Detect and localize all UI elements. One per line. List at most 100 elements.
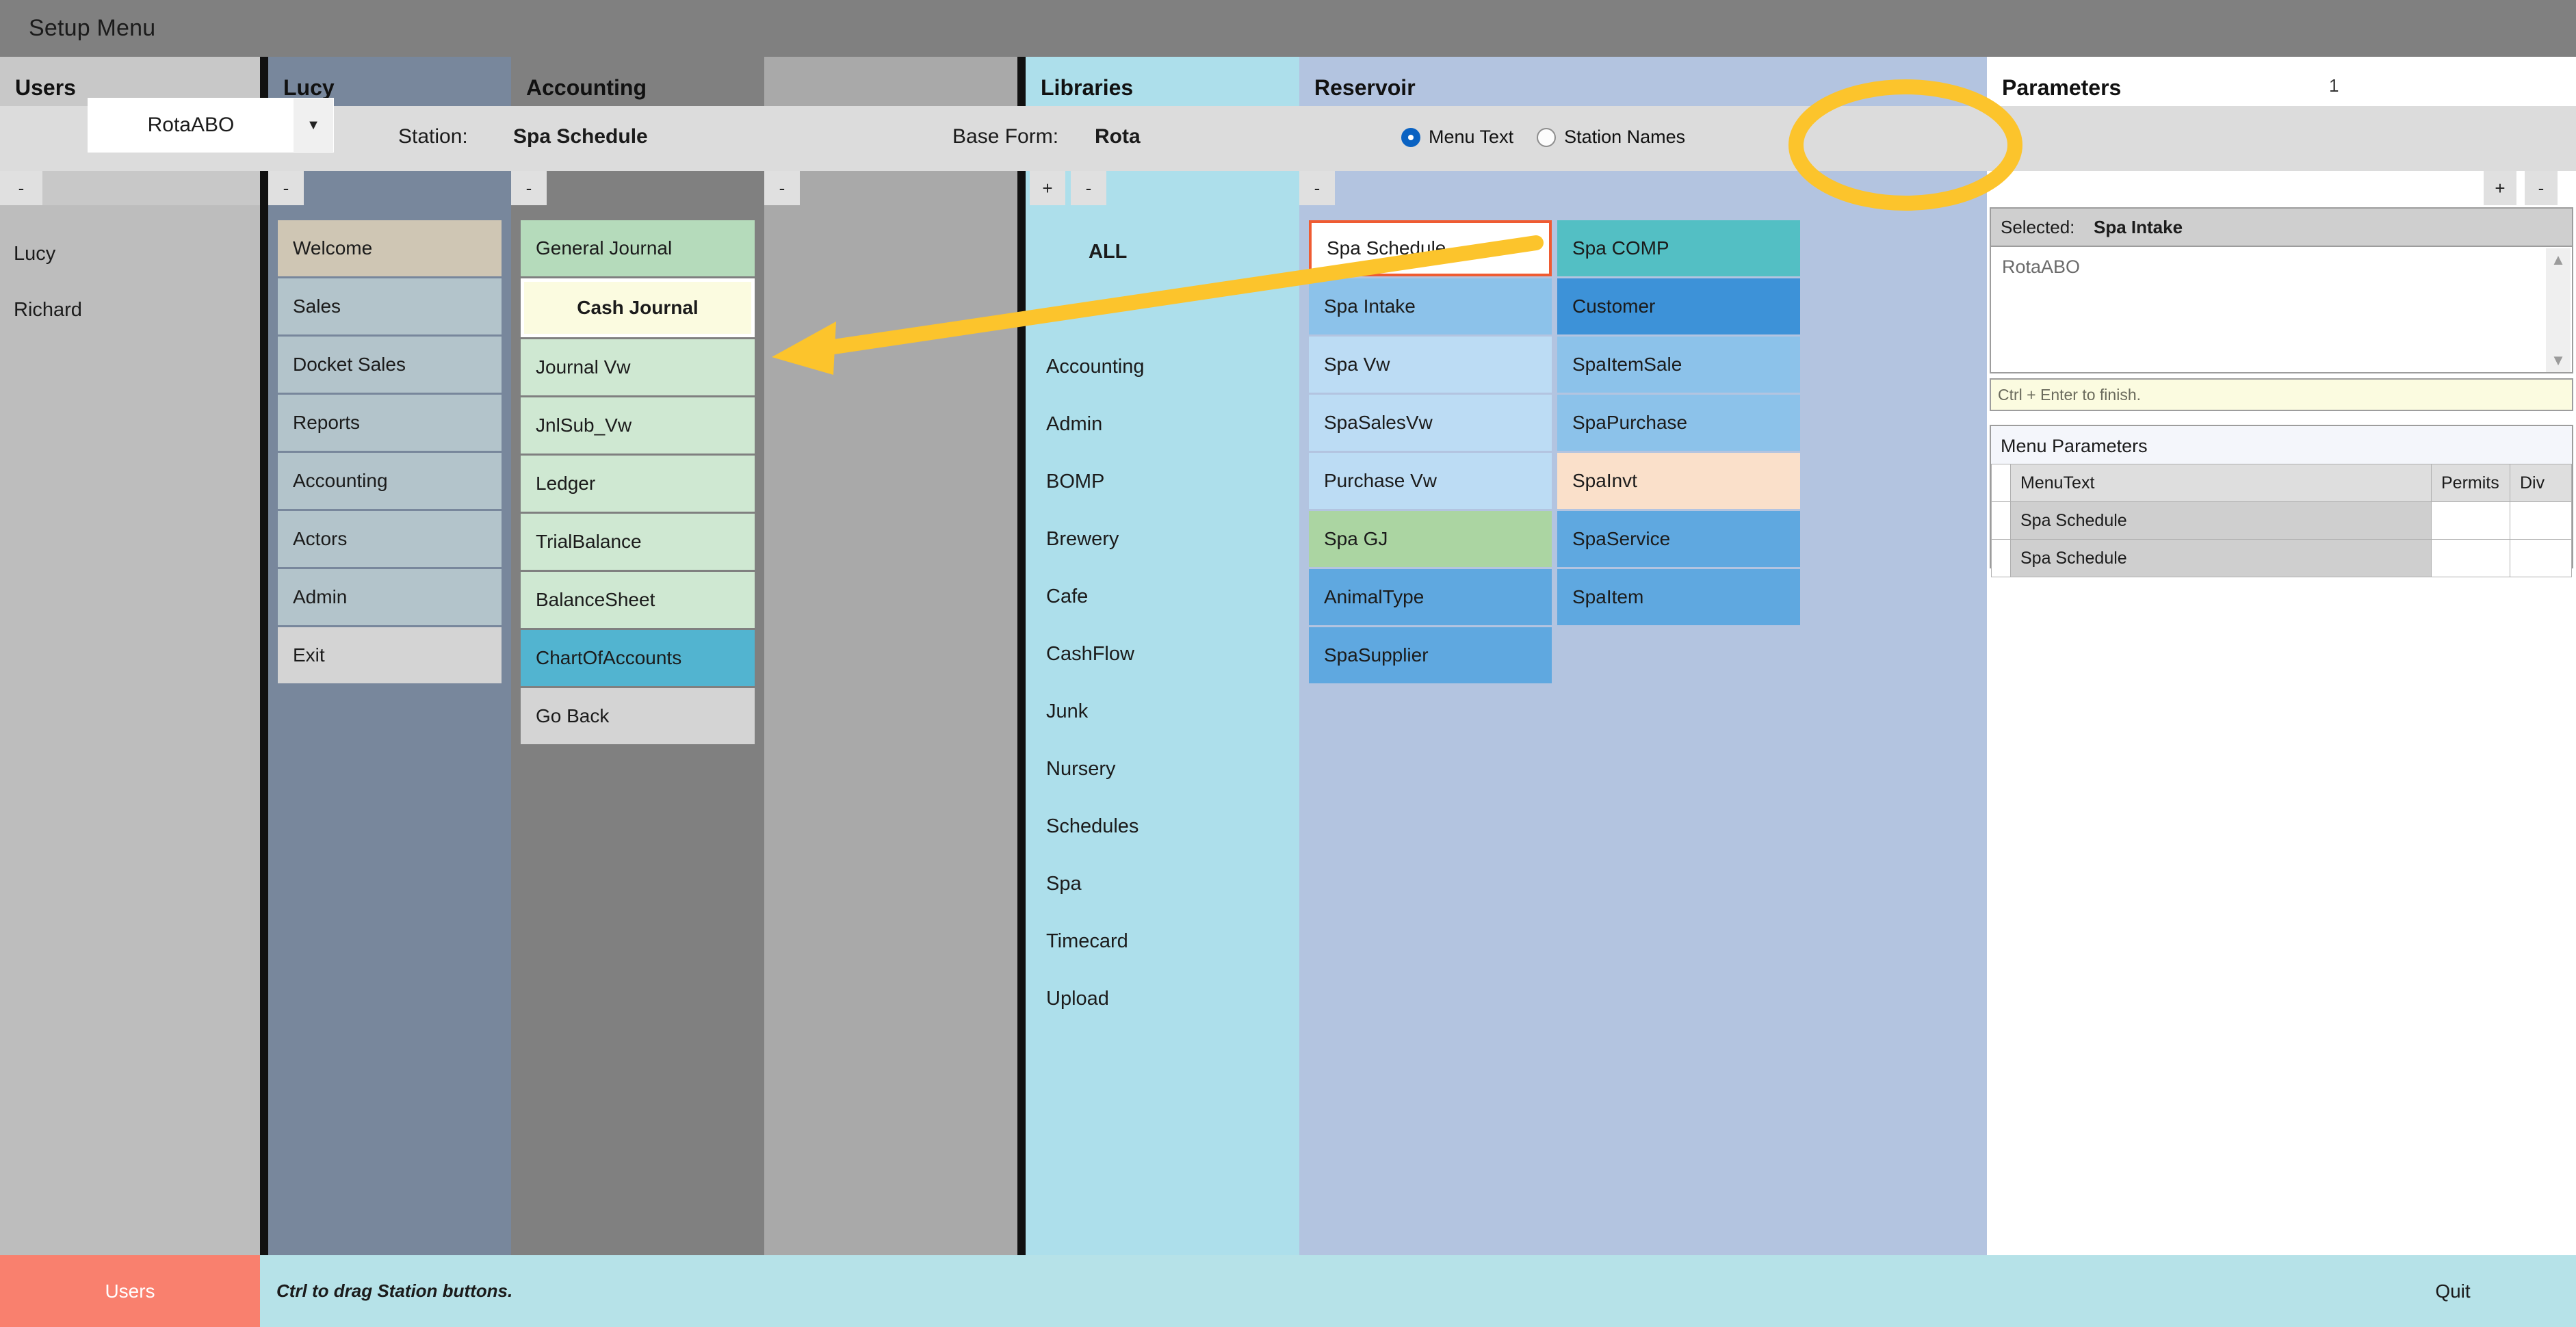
- station-tile[interactable]: Welcome: [278, 220, 502, 276]
- column-header-div[interactable]: Div: [2510, 464, 2572, 502]
- users-list: Lucy Richard: [0, 205, 260, 338]
- reservoir-tile[interactable]: SpaSalesVw: [1309, 395, 1552, 451]
- library-list-item[interactable]: Admin: [1026, 395, 1299, 453]
- library-list-item[interactable]: Nursery: [1026, 740, 1299, 798]
- reservoir-tile[interactable]: Spa COMP: [1557, 220, 1800, 276]
- reservoir-tile-label: Purchase Vw: [1324, 470, 1437, 491]
- reservoir-tile[interactable]: SpaItemSale: [1557, 337, 1800, 393]
- table-row[interactable]: Spa Schedule: [1991, 539, 2572, 577]
- selected-list-item[interactable]: RotaABO: [1991, 247, 2572, 278]
- cell-div[interactable]: [2510, 501, 2572, 540]
- radio-dot-icon: [1537, 127, 1557, 147]
- accounting-tile[interactable]: General Journal: [521, 220, 755, 276]
- reservoir-tile[interactable]: SpaPurchase: [1557, 395, 1800, 451]
- reservoir-tile-label: Spa Intake: [1324, 295, 1416, 317]
- parameters-remove-button[interactable]: -: [2525, 171, 2558, 205]
- station-tile[interactable]: Reports: [278, 395, 502, 451]
- reservoir-tile[interactable]: Spa Schedule: [1309, 220, 1552, 276]
- accounting-tile[interactable]: TrialBalance: [521, 514, 755, 570]
- users-remove-button[interactable]: -: [0, 171, 42, 205]
- library-list-item[interactable]: Timecard: [1026, 912, 1299, 970]
- menu-parameters-table: MenuText Permits Div Spa Schedule Spa Sch…: [1991, 464, 2572, 577]
- library-list-item[interactable]: Spa: [1026, 855, 1299, 912]
- reservoir-remove-button[interactable]: -: [1299, 171, 1335, 205]
- library-list-item[interactable]: ALL: [1026, 223, 1299, 280]
- reservoir-tile[interactable]: AnimalType: [1309, 569, 1552, 625]
- station-tile-label: Reports: [293, 412, 361, 433]
- accounting-tile[interactable]: Go Back: [521, 688, 755, 744]
- users-button[interactable]: Users: [0, 1255, 260, 1327]
- library-list-item[interactable]: CashFlow: [1026, 625, 1299, 683]
- station-tile[interactable]: Actors: [278, 511, 502, 567]
- selected-list-scrollbar[interactable]: ▲ ▼: [2546, 248, 2571, 372]
- parameters-add-button[interactable]: +: [2484, 171, 2516, 205]
- column-header-parameters-label: Parameters: [2002, 75, 2122, 100]
- radio-menu-text[interactable]: Menu Text: [1401, 127, 1513, 148]
- user-list-item[interactable]: Richard: [14, 282, 260, 338]
- library-list-item[interactable]: Cafe: [1026, 568, 1299, 625]
- library-list-item[interactable]: Upload: [1026, 970, 1299, 1027]
- selected-value: Spa Intake: [2094, 216, 2183, 237]
- cell-div[interactable]: [2510, 539, 2572, 577]
- reservoir-tile[interactable]: Customer: [1557, 278, 1800, 334]
- library-list-item[interactable]: Brewery: [1026, 510, 1299, 568]
- libraries-add-button[interactable]: +: [1030, 171, 1065, 205]
- cell-menutext[interactable]: Spa Schedule: [2010, 539, 2432, 577]
- blank-remove-button[interactable]: -: [764, 171, 800, 205]
- accounting-tile-label: BalanceSheet: [536, 589, 655, 610]
- station-tile[interactable]: Accounting: [278, 453, 502, 509]
- column-header-permits[interactable]: Permits: [2431, 464, 2510, 502]
- accounting-tile[interactable]: ChartOfAccounts: [521, 630, 755, 686]
- library-list-item[interactable]: Accounting: [1026, 338, 1299, 395]
- reservoir-tile[interactable]: SpaService: [1557, 511, 1800, 567]
- scroll-up-icon[interactable]: ▲: [2546, 248, 2571, 272]
- chevron-down-icon[interactable]: ▼: [294, 98, 333, 152]
- library-list-item[interactable]: BOMP: [1026, 453, 1299, 510]
- selected-list-box[interactable]: RotaABO ▲ ▼: [1990, 247, 2573, 373]
- accounting-tile[interactable]: Cash Journal: [521, 278, 755, 337]
- station-remove-button[interactable]: -: [268, 171, 304, 205]
- reservoir-tile-label: Spa Schedule: [1327, 237, 1446, 259]
- user-list-item[interactable]: Lucy: [14, 226, 260, 282]
- station-tile[interactable]: Docket Sales: [278, 337, 502, 393]
- base-form-value: Rota: [1095, 125, 1141, 148]
- quit-button[interactable]: Quit: [2330, 1255, 2576, 1327]
- column-header-libraries: Libraries: [1026, 57, 1299, 106]
- reservoir-tile[interactable]: SpaItem: [1557, 569, 1800, 625]
- table-row[interactable]: Spa Schedule: [1991, 501, 2572, 540]
- reservoir-tile[interactable]: Spa Intake: [1309, 278, 1552, 334]
- station-label: Station:: [398, 125, 468, 148]
- library-list-item[interactable]: [1026, 280, 1299, 338]
- title-bar: Setup Menu: [0, 0, 2576, 57]
- column-header-reservoir-label: Reservoir: [1314, 75, 1416, 100]
- reservoir-tile[interactable]: Purchase Vw: [1309, 453, 1552, 509]
- reservoir-tile[interactable]: Spa GJ: [1309, 511, 1552, 567]
- accounting-tile[interactable]: Journal Vw: [521, 339, 755, 395]
- scroll-down-icon[interactable]: ▼: [2546, 349, 2571, 372]
- column-header-menutext[interactable]: MenuText: [2010, 464, 2432, 502]
- radio-station-names[interactable]: Station Names: [1537, 127, 1685, 148]
- cell-menutext[interactable]: Spa Schedule: [2010, 501, 2432, 540]
- reservoir-tile-label: Spa Vw: [1324, 354, 1390, 375]
- row-gutter-cell: [1991, 539, 2011, 577]
- reservoir-tile[interactable]: Spa Vw: [1309, 337, 1552, 393]
- station-tile[interactable]: Sales: [278, 278, 502, 334]
- station-tile[interactable]: Exit: [278, 627, 502, 683]
- reservoir-grid: Spa Schedule Spa Intake Spa Vw SpaSalesVw Pu…: [1299, 205, 1987, 685]
- parameters-count: 1: [2329, 75, 2339, 96]
- setup-menu-window: Setup Menu Users Lucy Accounting Librari…: [0, 0, 2576, 1327]
- user-combo-value: RotaABO: [147, 114, 235, 136]
- reservoir-tile[interactable]: SpaInvt: [1557, 453, 1800, 509]
- library-list-item[interactable]: Junk: [1026, 683, 1299, 740]
- accounting-tile[interactable]: BalanceSheet: [521, 572, 755, 628]
- library-list-item[interactable]: Schedules: [1026, 798, 1299, 855]
- user-combo[interactable]: RotaABO ▼: [88, 98, 334, 153]
- station-tile[interactable]: Admin: [278, 569, 502, 625]
- accounting-remove-button[interactable]: -: [511, 171, 547, 205]
- cell-permits[interactable]: [2431, 501, 2510, 540]
- accounting-tile[interactable]: Ledger: [521, 456, 755, 512]
- reservoir-tile[interactable]: SpaSupplier: [1309, 627, 1552, 683]
- cell-permits[interactable]: [2431, 539, 2510, 577]
- accounting-tile[interactable]: JnlSub_Vw: [521, 397, 755, 454]
- libraries-remove-button[interactable]: -: [1071, 171, 1106, 205]
